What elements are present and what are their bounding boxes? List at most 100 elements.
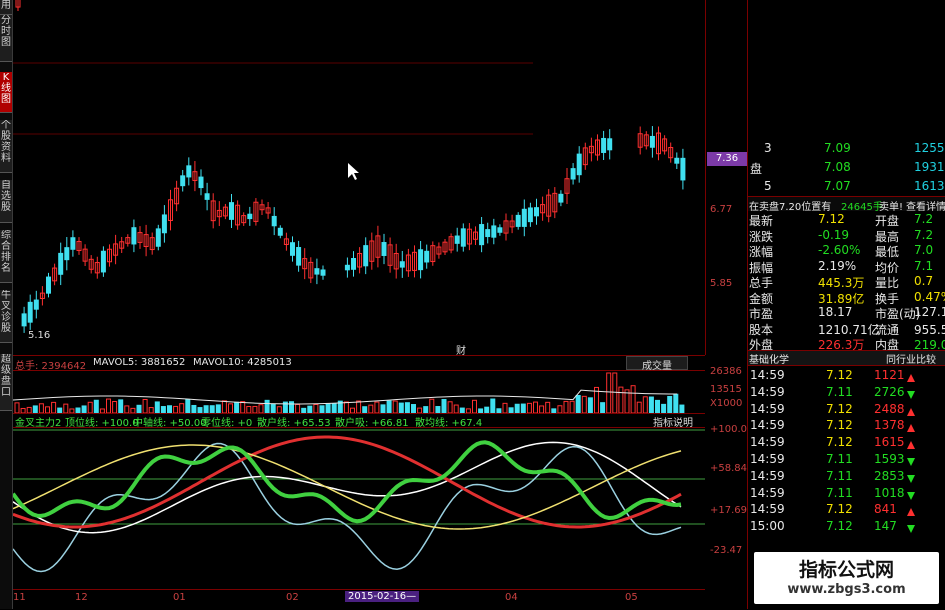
volume-bar (514, 403, 520, 413)
candle-body (381, 242, 387, 256)
side-tab-ranking[interactable]: 综合排名 (0, 230, 12, 283)
tick-volume: 1018 (874, 485, 905, 500)
quote-label: 振幅 (749, 260, 774, 275)
side-tab-0[interactable]: 用 (0, 0, 12, 15)
up-arrow-icon (904, 505, 915, 519)
notice-detail-link[interactable]: 查看详情 (906, 198, 945, 213)
ask-label: 3 (764, 141, 772, 155)
side-tab-kline[interactable]: K线图 (0, 72, 12, 113)
volume-bar (179, 403, 185, 413)
volume-bar (636, 401, 642, 413)
tick-volume: 1593 (874, 452, 905, 466)
quote-value: 1210.71亿 (818, 322, 880, 337)
quote-value: -2.60% (818, 243, 861, 257)
x-label-11: 11 (13, 592, 26, 603)
volume-bar (319, 405, 325, 413)
candle-body (27, 301, 33, 323)
tick-row: 15:00 7.12 147 (748, 519, 945, 535)
tick-volume: 2853 (874, 468, 905, 483)
price-axis: 7.36 6.77 5.85 26386 13515 X1000 +100.0 … (706, 0, 748, 609)
tick-time: 14:59 (750, 468, 785, 483)
quote-value-2: 7.0 (914, 243, 934, 257)
quote-value: 7.12 (818, 212, 845, 226)
candle-body (454, 235, 460, 244)
volume-bar (520, 403, 526, 413)
tick-price: 7.12 (826, 519, 853, 534)
volume-bar (398, 402, 404, 413)
low-price-marker: 5.16 (28, 330, 51, 341)
candle-body (680, 157, 686, 181)
volume-bar (581, 395, 587, 413)
volume-bar (154, 401, 160, 413)
volume-bar (447, 401, 453, 413)
volume-bar (14, 402, 20, 413)
tick-row: 14:59 7.12 841 (748, 502, 945, 518)
order-notice[interactable]: 在卖盘7.20位置有 24645手 卖单! 查看详情 (748, 196, 945, 213)
volume-bar (264, 399, 270, 413)
cursor-date-label: 2015-02-16— (345, 591, 420, 602)
quote-label: 涨幅 (749, 245, 774, 259)
volume-header: 总手: 2394642 MAVOL5: 3881652 MAVOL10: 428… (13, 355, 705, 372)
tick-price: 7.12 (826, 368, 853, 382)
side-tab-intraday[interactable]: 分时图 (0, 15, 12, 62)
indicator-select[interactable]: 成交量 (626, 356, 688, 372)
indicator-chart[interactable] (13, 427, 705, 588)
side-tab-diagnosis[interactable]: 牛叉诊股 (0, 290, 12, 343)
candle-body (161, 214, 167, 234)
tick-time: 15:00 (750, 519, 785, 534)
volume-bar (642, 396, 648, 413)
candle-body (558, 193, 564, 203)
candle-body (131, 227, 137, 245)
candle-body (198, 176, 204, 189)
tab-industry[interactable]: 基础化学 (749, 351, 789, 366)
volume-bar (234, 401, 240, 413)
quote-row: 振幅 2.19% 均价 7.1 (748, 259, 945, 275)
tab-peer-compare[interactable]: 同行业比较 (886, 351, 936, 366)
volume-bar (453, 404, 459, 413)
notice-qty: 24645手 (841, 202, 883, 213)
candle-body (485, 229, 491, 238)
vol-ma10: MAVOL10: 4285013 (193, 357, 292, 368)
candle-body (180, 175, 186, 187)
quote-value-2: 0.7 (914, 274, 934, 288)
volume-bar (441, 399, 447, 413)
watermark-box: 指标公式网 www.zbgs3.com (754, 552, 939, 604)
x-label-02: 02 (286, 592, 299, 603)
volume-bar (136, 404, 142, 413)
candle-body (64, 247, 70, 261)
quote-row: 金额 31.89亿换手 0.47% (748, 290, 945, 306)
red-line (13, 435, 682, 529)
quote-label: 最新 (749, 214, 774, 228)
volume-bar (51, 401, 57, 413)
side-tab-level2[interactable]: 超级盘口 (0, 354, 12, 411)
quote-value: 445.3万 (818, 276, 865, 290)
tick-row: 14:59 7.11 2853 (748, 469, 945, 485)
down-arrow-icon (904, 455, 915, 469)
ind-axis-1: +58.84 (710, 463, 748, 474)
volume-bar (618, 386, 624, 413)
quote-panel: 3 7.09 1255 盘 7.08 1931 5 7.07 1613 在卖盘7… (748, 138, 945, 548)
volume-bar (325, 403, 331, 413)
kline-chart[interactable]: 5.16 财 (13, 0, 706, 357)
volume-bar (209, 405, 215, 413)
volume-bar (673, 393, 679, 413)
side-tab-profile[interactable]: 个股资料 (0, 120, 12, 173)
volume-bar (240, 401, 246, 413)
indicator-canvas (13, 429, 705, 573)
volume-bar (569, 400, 575, 413)
tick-price: 7.11 (826, 468, 853, 483)
ind-axis-3: -23.47 (710, 545, 743, 556)
watermark-url: www.zbgs3.com (787, 582, 906, 597)
up-arrow-icon (904, 405, 915, 419)
volume-bar (173, 405, 179, 413)
ask-label: 5 (764, 179, 772, 193)
tick-volume: 2726 (874, 384, 905, 399)
vol-axis-2: X1000 (710, 398, 743, 409)
candle-body (247, 213, 253, 220)
side-tab-watchlist[interactable]: 自选股 (0, 180, 12, 223)
volume-bar (557, 405, 563, 413)
down-arrow-icon (904, 388, 915, 402)
tick-price: 7.11 (826, 452, 853, 466)
volume-chart[interactable] (13, 370, 705, 413)
quote-row: 涨幅 -2.60% 最低 7.0 (748, 243, 945, 259)
